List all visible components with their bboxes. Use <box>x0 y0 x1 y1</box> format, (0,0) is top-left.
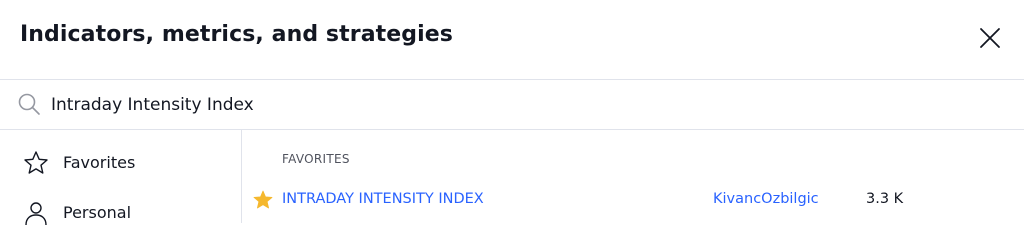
close-button[interactable] <box>974 22 1006 54</box>
sidebar: Favorites Personal <box>0 130 241 226</box>
sidebar-item-label: Favorites <box>63 153 136 172</box>
dialog-header: Indicators, metrics, and strategies <box>0 0 1024 79</box>
user-icon <box>25 202 47 226</box>
star-filled-icon[interactable] <box>253 190 273 210</box>
result-author[interactable]: KivancOzbilgic <box>713 191 819 207</box>
close-icon <box>980 28 1000 48</box>
results-panel: FAVORITES INTRADAY INTENSITY INDEX Kivan… <box>242 130 1024 223</box>
dialog-title: Indicators, metrics, and strategies <box>20 22 453 47</box>
result-name[interactable]: INTRADAY INTENSITY INDEX <box>282 191 484 207</box>
result-row[interactable]: INTRADAY INTENSITY INDEX KivancOzbilgic … <box>242 185 1024 217</box>
section-title: FAVORITES <box>282 152 350 166</box>
search-bar <box>0 80 1024 129</box>
sidebar-item-label: Personal <box>63 203 132 222</box>
result-count: 3.3 K <box>866 191 904 207</box>
star-outline-icon <box>24 151 48 174</box>
sidebar-item-favorites[interactable]: Favorites <box>0 142 241 182</box>
search-icon <box>18 93 40 115</box>
search-input[interactable] <box>51 91 1001 119</box>
sidebar-item-personal[interactable]: Personal <box>0 192 241 232</box>
